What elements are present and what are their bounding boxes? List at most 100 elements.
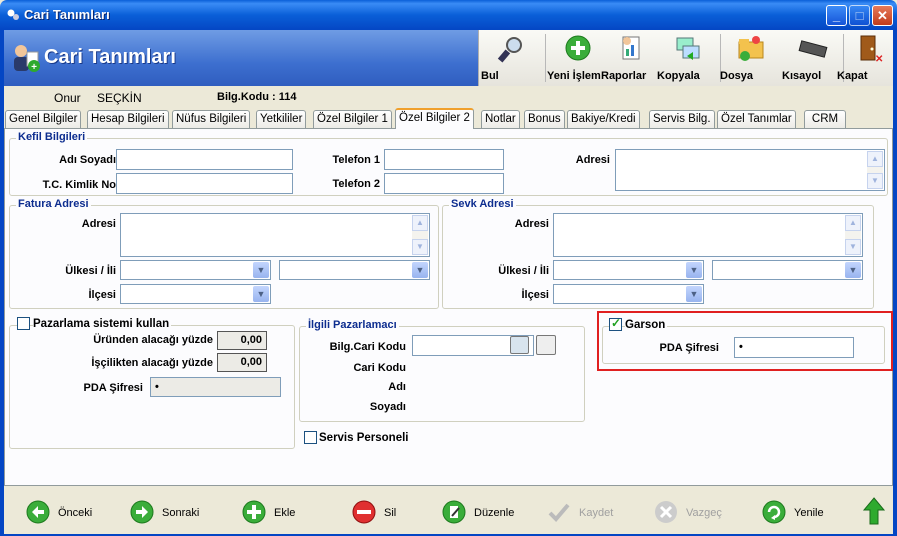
users-icon: + <box>14 45 40 73</box>
tab-ozel-bilgiler-2[interactable]: Özel Bilgiler 2 <box>395 108 474 129</box>
scrollbar[interactable]: ▲ ▼ <box>867 151 883 189</box>
tab-genel-bilgiler[interactable]: Genel Bilgiler <box>5 110 82 128</box>
urun-yuzde-value[interactable]: 0,00 <box>217 331 267 350</box>
ilgili-pazarlamaci-group: İlgili Pazarlamacı Bilg.Cari Kodu Cari K… <box>299 319 585 422</box>
scrollbar[interactable]: ▲ ▼ <box>845 215 861 255</box>
fatura-ilce-select[interactable]: ▼ <box>120 284 271 304</box>
record-first-name: Onur <box>54 91 81 105</box>
sevk-il-select[interactable]: ▼ <box>712 260 863 280</box>
servis-personeli-label[interactable]: Servis Personeli <box>319 432 409 444</box>
tab-crm[interactable]: CRM <box>804 110 846 128</box>
chevron-down-icon[interactable]: ▼ <box>686 286 702 302</box>
maximize-button[interactable]: □ <box>849 5 870 26</box>
kapat-button[interactable]: ✕ Kapat <box>837 32 897 84</box>
tab-yetkililer[interactable]: Yetkililer <box>256 110 307 128</box>
minimize-button[interactable]: _ <box>826 5 847 26</box>
kefil-adresi-textarea[interactable]: ▲ ▼ <box>615 149 885 191</box>
arrow-up-icon[interactable] <box>862 496 886 526</box>
tab-strip: Genel Bilgiler Hesap Bilgileri Nüfus Bil… <box>4 108 893 129</box>
telefon1-label: Telefon 1 <box>332 154 380 166</box>
sevk-adresi-textarea[interactable]: ▲ ▼ <box>553 213 863 257</box>
iscilik-yuzde-label: İşçilikten alacağı yüzde <box>91 357 213 369</box>
navigation-bar: Önceki Sonraki Ekle Sil Düzenle Kaydet V… <box>4 490 893 534</box>
scroll-down-icon[interactable]: ▼ <box>867 173 883 189</box>
garson-pda-input[interactable]: • <box>734 337 854 358</box>
browse-icon[interactable] <box>510 336 529 354</box>
tab-bonus[interactable]: Bonus <box>524 110 565 128</box>
soyadi-label: Soyadı <box>369 401 406 413</box>
record-info: Onur SEÇKİN Bilg.Kodu : 114 <box>4 86 893 108</box>
fatura-ulke-label: Ülkesi / İli <box>65 265 116 277</box>
tab-hesap-bilgileri[interactable]: Hesap Bilgileri <box>87 110 169 128</box>
tab-notlar[interactable]: Notlar <box>481 110 520 128</box>
kopyala-button[interactable]: Kopyala <box>657 32 719 84</box>
garson-checkbox-label[interactable]: Garson <box>625 319 668 331</box>
checkmark-icon <box>548 503 570 522</box>
tab-ozel-bilgiler-1[interactable]: Özel Bilgiler 1 <box>313 110 392 128</box>
garson-pda-label: PDA Şifresi <box>659 342 719 354</box>
kefil-tc-kimlik-input[interactable] <box>116 173 293 194</box>
kisayol-button[interactable]: Kısayol <box>782 32 844 84</box>
tab-ozel-tanimlar[interactable]: Özel Tanımlar <box>717 110 796 128</box>
kefil-adresi-label: Adresi <box>575 154 610 166</box>
scroll-up-icon[interactable]: ▲ <box>412 215 428 231</box>
servis-personeli-checkbox[interactable] <box>304 431 317 444</box>
garson-checkbox[interactable] <box>609 316 622 331</box>
delete-icon <box>352 500 376 524</box>
page-title: Cari Tanımları <box>44 46 176 68</box>
search-icon <box>497 37 522 63</box>
chevron-down-icon[interactable]: ▼ <box>253 286 269 302</box>
window-border-right <box>893 30 897 536</box>
pazarlama-pda-label: PDA Şifresi <box>83 382 143 394</box>
exit-door-icon: ✕ <box>860 35 883 64</box>
yeni-islem-button[interactable]: Yeni İşlem <box>547 32 609 84</box>
chevron-down-icon[interactable]: ▼ <box>253 262 269 278</box>
pazarlama-pda-input[interactable]: • <box>150 377 281 397</box>
adi-soyadi-label: Adı Soyadı <box>59 154 116 166</box>
edit-icon <box>442 500 466 524</box>
tab-nufus-bilgileri[interactable]: Nüfus Bilgileri <box>172 110 251 128</box>
sevk-ulke-select[interactable]: ▼ <box>553 260 704 280</box>
scroll-down-icon[interactable]: ▼ <box>412 239 428 255</box>
pazarlama-checkbox-label[interactable]: Pazarlama sistemi kullan <box>33 318 172 330</box>
tab-servis-bilg[interactable]: Servis Bilg. <box>649 110 715 128</box>
sevk-adresi-label: Adresi <box>514 218 549 230</box>
chevron-down-icon[interactable]: ▼ <box>686 262 702 278</box>
sevk-ulke-label: Ülkesi / İli <box>498 265 549 277</box>
chevron-down-icon[interactable]: ▼ <box>412 262 428 278</box>
arrow-left-icon <box>26 500 50 524</box>
chevron-down-icon[interactable]: ▼ <box>845 262 861 278</box>
kefil-telefon2-input[interactable] <box>384 173 504 194</box>
pazarlama-checkbox[interactable] <box>17 317 30 330</box>
edit-pencil-icon[interactable] <box>536 335 556 355</box>
scroll-up-icon[interactable]: ▲ <box>845 215 861 231</box>
kefil-group: Kefil Bilgileri Adı Soyadı T.C. Kimlik N… <box>9 131 888 196</box>
scrollbar[interactable]: ▲ ▼ <box>412 215 428 255</box>
scroll-up-icon[interactable]: ▲ <box>867 151 883 167</box>
kefil-adi-soyadi-input[interactable] <box>116 149 293 170</box>
title-bar: Cari Tanımları _ □ ✕ <box>0 0 897 30</box>
dosya-button[interactable]: Dosya <box>720 32 782 84</box>
close-button[interactable]: ✕ <box>872 5 893 26</box>
sevk-ilce-select[interactable]: ▼ <box>553 284 704 304</box>
sevk-group: Sevk Adresi Adresi ▲ ▼ Ülkesi / İli ▼ ▼ İ… <box>442 198 874 309</box>
raporlar-button[interactable]: Raporlar <box>601 32 663 84</box>
add-icon <box>242 500 266 524</box>
svg-text:✕: ✕ <box>875 54 883 64</box>
app-icon <box>7 9 19 20</box>
kefil-legend: Kefil Bilgileri <box>16 131 88 143</box>
fatura-il-select[interactable]: ▼ <box>279 260 430 280</box>
iscilik-yuzde-value[interactable]: 0,00 <box>217 353 267 372</box>
toolbar: Bul Yeni İşlem Raporlar Kopyala Dosya Kı… <box>478 30 893 86</box>
report-icon <box>622 36 640 60</box>
kefil-telefon1-input[interactable] <box>384 149 504 170</box>
fatura-legend: Fatura Adresi <box>16 198 91 210</box>
fatura-adresi-textarea[interactable]: ▲ ▼ <box>120 213 430 257</box>
fatura-adresi-label: Adresi <box>81 218 116 230</box>
sevk-legend: Sevk Adresi <box>449 198 516 210</box>
tab-bakiye-kredi[interactable]: Bakiye/Kredi <box>567 110 640 128</box>
fatura-ulke-select[interactable]: ▼ <box>120 260 271 280</box>
bul-button[interactable]: Bul <box>481 32 543 84</box>
cari-kodu-label: Cari Kodu <box>353 362 406 374</box>
scroll-down-icon[interactable]: ▼ <box>845 239 861 255</box>
